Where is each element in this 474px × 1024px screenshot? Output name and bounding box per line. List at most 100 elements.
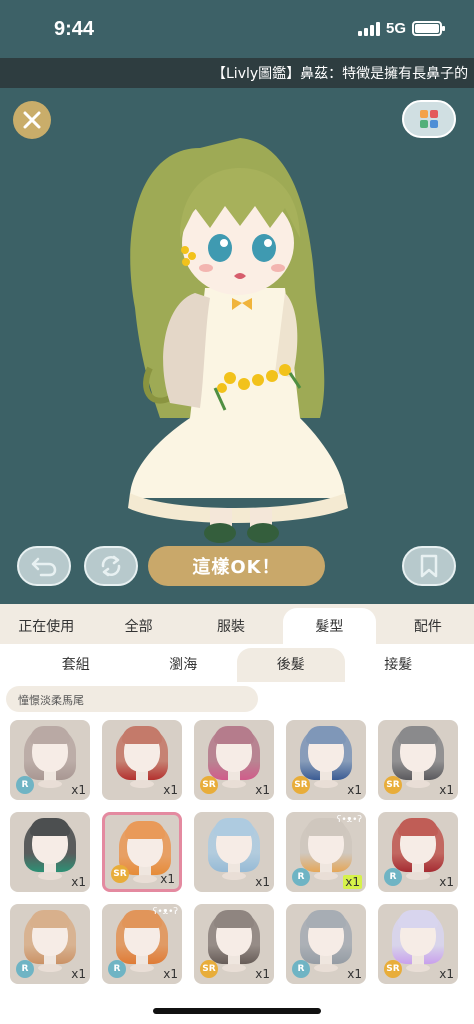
subtab-set[interactable]: 套組 (22, 644, 130, 682)
rarity-badge: SR (384, 960, 402, 978)
hair-item-card[interactable]: Rx1 (10, 720, 90, 800)
status-bar: 9:44 5G (0, 0, 474, 58)
refresh-icon (101, 555, 121, 577)
mannequin-base (222, 780, 246, 788)
item-quantity: x1 (347, 783, 362, 797)
subtab-extension[interactable]: 接髮 (345, 644, 453, 682)
hair-item-card[interactable]: SR x1 (102, 812, 182, 892)
refresh-button[interactable] (84, 546, 138, 586)
item-quantity: x1 (163, 967, 178, 981)
item-quantity: x1 (71, 783, 86, 797)
item-quantity: x1 (439, 967, 454, 981)
mannequin-base (314, 964, 338, 972)
avatar-stage: 這樣OK！ (0, 88, 474, 604)
hair-front-preview (398, 726, 438, 744)
mannequin-base (133, 875, 157, 883)
signal-icon (357, 21, 380, 36)
hairstyle-subtabs: 套組 瀏海 後髮 接髮 (0, 644, 474, 682)
hair-item-card[interactable]: Rʕ•ᴥ•ʔ x1 (286, 812, 366, 892)
rarity-badge: SR (384, 776, 402, 794)
home-indicator[interactable] (153, 1008, 321, 1014)
hair-item-card[interactable]: Rʕ•ᴥ•ʔ x1 (102, 904, 182, 984)
bear-icon: ʕ•ᴥ•ʔ (152, 907, 178, 917)
item-quantity: x1 (439, 783, 454, 797)
item-quantity: x1 (439, 875, 454, 889)
hair-item-card[interactable]: SR x1 (194, 720, 274, 800)
tab-in-use[interactable]: 正在使用 (0, 604, 92, 644)
mannequin-base (406, 780, 430, 788)
tab-clothing[interactable]: 服裝 (185, 604, 277, 644)
item-quantity: x1 (343, 875, 362, 889)
mannequin-base (314, 780, 338, 788)
mannequin-base (38, 872, 62, 880)
filter-row: 憧憬淡柔馬尾 (0, 682, 474, 716)
hair-item-card[interactable]: Rx1 (378, 812, 458, 892)
hair-item-card[interactable]: SR x1 (378, 904, 458, 984)
hair-item-card[interactable]: SR x1 (194, 904, 274, 984)
subtab-bangs[interactable]: 瀏海 (130, 644, 238, 682)
item-quantity: x1 (255, 783, 270, 797)
item-grid: Rx1 x1 SR x1 SR x1 SR x1 x1 SR x1 x1 Rʕ•ᴥ•ʔ x1 Rx1 Rx1 R… (0, 716, 474, 1024)
hair-front-preview (125, 821, 165, 839)
mannequin-base (130, 964, 154, 972)
hair-front-preview (214, 818, 254, 836)
tab-hairstyle[interactable]: 髮型 (283, 608, 376, 644)
rarity-badge: R (384, 868, 402, 886)
hair-front-preview (306, 910, 346, 928)
item-quantity: x1 (71, 967, 86, 981)
rarity-badge: R (292, 960, 310, 978)
item-quantity: x1 (255, 875, 270, 889)
current-item-name[interactable]: 憧憬淡柔馬尾 (6, 686, 258, 712)
mannequin-base (222, 872, 246, 880)
item-quantity: x1 (347, 967, 362, 981)
battery-icon (412, 21, 445, 36)
item-quantity: x1 (71, 875, 86, 889)
ticker-text: 【Livly圖鑑】鼻茲：特徵是擁有長鼻子的 (212, 66, 469, 82)
rarity-badge: R (108, 960, 126, 978)
hair-front-preview (214, 726, 254, 744)
hair-item-card[interactable]: Rx1 (10, 904, 90, 984)
rarity-badge: SR (111, 865, 129, 883)
hair-front-preview (122, 726, 162, 744)
confirm-ok-button[interactable]: 這樣OK！ (148, 546, 325, 586)
hair-item-card[interactable]: x1 (194, 812, 274, 892)
item-quantity: x1 (163, 783, 178, 797)
mannequin-base (38, 780, 62, 788)
mannequin-base (222, 964, 246, 972)
tab-accessories[interactable]: 配件 (382, 604, 474, 644)
undo-icon (31, 557, 57, 577)
bookmark-button[interactable] (402, 546, 456, 586)
hair-front-preview (30, 818, 70, 836)
hair-front-preview (306, 726, 346, 744)
status-indicators: 5G (357, 20, 445, 37)
mannequin-base (314, 872, 338, 880)
hair-item-card[interactable]: SR x1 (286, 720, 366, 800)
category-tabs: 正在使用 全部 服裝 髮型 配件 (0, 604, 474, 644)
news-ticker: 【Livly圖鑑】鼻茲：特徵是擁有長鼻子的 (0, 58, 474, 88)
bookmark-icon (420, 554, 438, 578)
hair-front-preview (30, 726, 70, 744)
rarity-badge: SR (200, 960, 218, 978)
rarity-badge: R (16, 776, 34, 794)
rarity-badge: SR (200, 776, 218, 794)
rarity-badge: R (16, 960, 34, 978)
hair-item-card[interactable]: x1 (10, 812, 90, 892)
avatar-illustration (128, 138, 348, 543)
hair-item-card[interactable]: Rx1 (286, 904, 366, 984)
subtab-back-hair[interactable]: 後髮 (237, 648, 345, 682)
hair-front-preview (214, 910, 254, 928)
rarity-badge: R (292, 868, 310, 886)
tab-all[interactable]: 全部 (92, 604, 184, 644)
hair-front-preview (398, 818, 438, 836)
hair-item-card[interactable]: x1 (102, 720, 182, 800)
mannequin-base (406, 964, 430, 972)
mannequin-base (406, 872, 430, 880)
network-type: 5G (385, 20, 406, 37)
hair-front-preview (30, 910, 70, 928)
hair-front-preview (398, 910, 438, 928)
item-quantity: x1 (255, 967, 270, 981)
mannequin-base (38, 964, 62, 972)
hair-item-card[interactable]: SR x1 (378, 720, 458, 800)
bear-icon: ʕ•ᴥ•ʔ (336, 815, 362, 825)
undo-button[interactable] (17, 546, 71, 586)
